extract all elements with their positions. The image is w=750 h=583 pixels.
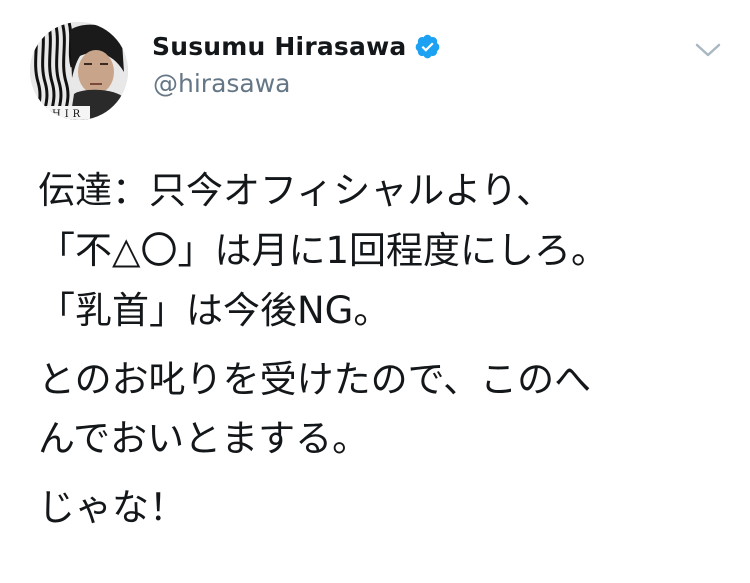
tweet-line: じゃな！ <box>38 486 186 529</box>
tweet-line: んでおいとまする。 <box>38 417 370 460</box>
verified-badge-icon <box>414 33 441 60</box>
avatar-lettering: HIR <box>52 109 84 120</box>
tweet-line: 伝達：只今オフィシャルより、 <box>38 169 554 212</box>
avatar[interactable]: HIR <box>30 22 128 120</box>
tweet-body: 伝達：只今オフィシャルより、 「不△〇」は月に1回程度にしろ。 「乳首」は今後N… <box>38 161 738 537</box>
tweet-line: とのお叱りを受けたので、このへ <box>38 358 592 401</box>
author-name-row: Susumu Hirasawa <box>152 28 441 64</box>
author-display-name[interactable]: Susumu Hirasawa <box>152 32 406 61</box>
author-handle[interactable]: @hirasawa <box>153 69 291 98</box>
avatar-image: HIR <box>30 22 128 120</box>
chevron-down-icon[interactable] <box>694 40 722 60</box>
tweet-line: 「乳首」は今後NG。 <box>38 289 391 332</box>
tweet-line: 「不△〇」は月に1回程度にしろ。 <box>38 229 608 272</box>
